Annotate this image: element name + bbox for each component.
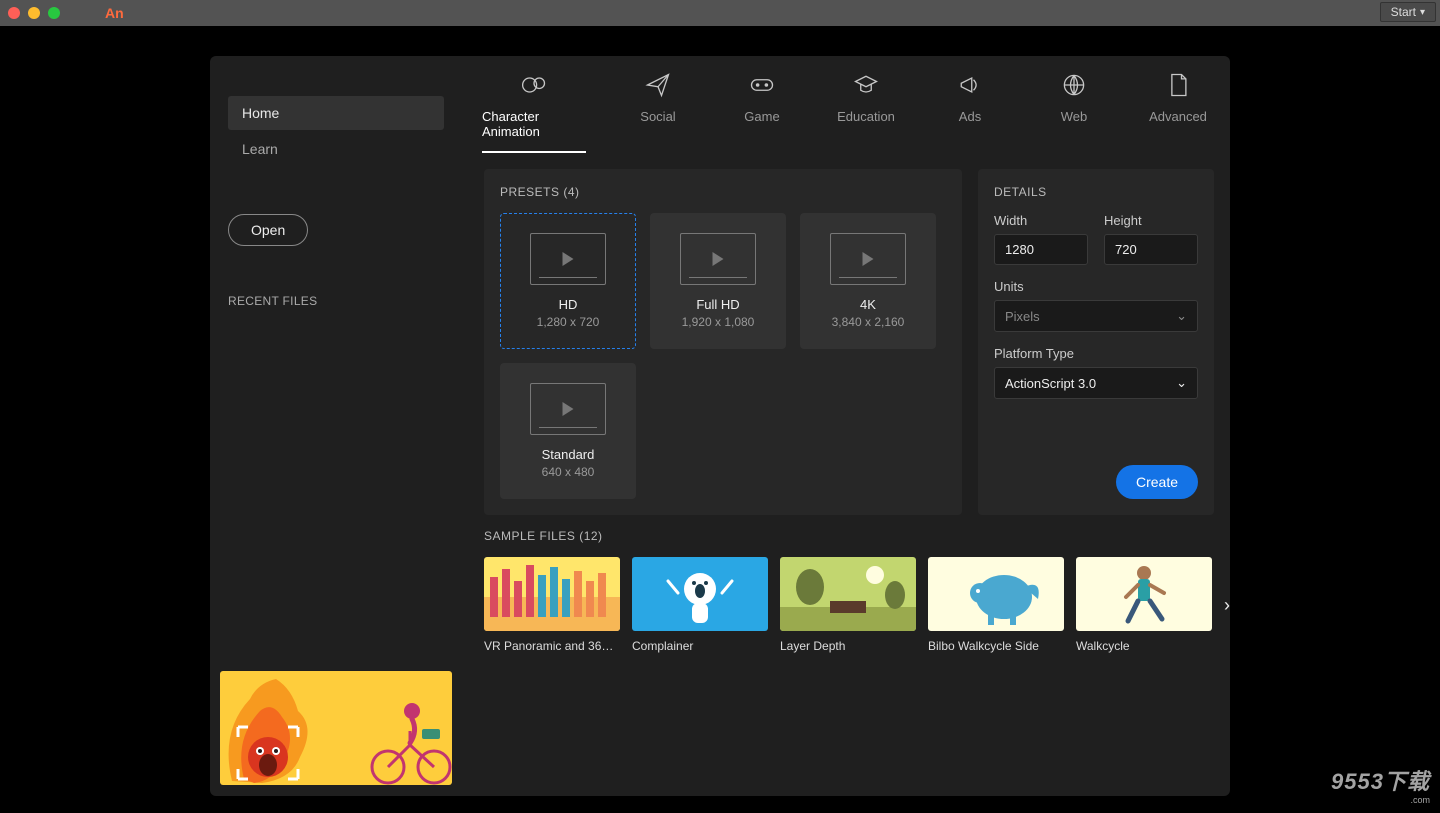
megaphone-icon bbox=[956, 71, 984, 99]
sample-thumbnail bbox=[928, 557, 1064, 631]
sample-thumbnail bbox=[484, 557, 620, 631]
tab-ads[interactable]: Ads bbox=[938, 71, 1002, 153]
gamepad-icon bbox=[748, 71, 776, 99]
preset-name: Standard bbox=[542, 447, 595, 462]
sample-complainer[interactable]: Complainer bbox=[632, 557, 768, 653]
preset-thumb-icon bbox=[680, 233, 756, 285]
sidebar-preview-thumbnail bbox=[220, 671, 452, 785]
tab-label: Game bbox=[744, 109, 779, 124]
watermark: 9553下载 .com bbox=[1331, 764, 1430, 805]
sample-layer-depth[interactable]: Layer Depth bbox=[780, 557, 916, 653]
preset-dimensions: 3,840 x 2,160 bbox=[832, 315, 905, 329]
platform-type-label: Platform Type bbox=[994, 346, 1198, 361]
presets-panel: PRESETS (4) HD 1,280 x 720 Full HD 1,920… bbox=[484, 169, 962, 515]
paper-plane-icon bbox=[644, 71, 672, 99]
sample-thumbnail bbox=[632, 557, 768, 631]
titlebar: An Start ▾ bbox=[0, 0, 1440, 26]
units-value: Pixels bbox=[1005, 309, 1040, 324]
graduation-cap-icon bbox=[852, 71, 880, 99]
sample-thumbnail bbox=[1076, 557, 1212, 631]
chevron-right-icon: › bbox=[1224, 595, 1230, 615]
sample-label: Bilbo Walkcycle Side bbox=[928, 639, 1064, 653]
preset-name: 4K bbox=[860, 297, 876, 312]
chevron-down-icon: ⌄ bbox=[1176, 308, 1187, 324]
sample-bilbo-walkcycle[interactable]: Bilbo Walkcycle Side bbox=[928, 557, 1064, 653]
sample-thumbnail bbox=[780, 557, 916, 631]
sample-label: Layer Depth bbox=[780, 639, 916, 653]
category-tabs: Character Animation Social Game bbox=[462, 56, 1230, 153]
sidebar-item-learn[interactable]: Learn bbox=[228, 132, 444, 166]
tab-label: Advanced bbox=[1149, 109, 1207, 124]
sample-walkcycle[interactable]: Walkcycle bbox=[1076, 557, 1212, 653]
preset-name: HD bbox=[559, 297, 578, 312]
presets-heading: PRESETS (4) bbox=[500, 185, 946, 199]
tab-education[interactable]: Education bbox=[834, 71, 898, 153]
sidebar-item-home[interactable]: Home bbox=[228, 96, 444, 130]
height-label: Height bbox=[1104, 213, 1198, 228]
start-label: Start bbox=[1391, 5, 1416, 19]
units-dropdown[interactable]: Pixels ⌄ bbox=[994, 300, 1198, 332]
tab-web[interactable]: Web bbox=[1042, 71, 1106, 153]
details-panel: DETAILS Width Height bbox=[978, 169, 1214, 515]
preset-dimensions: 1,280 x 720 bbox=[537, 315, 600, 329]
tab-advanced[interactable]: Advanced bbox=[1146, 71, 1210, 153]
chevron-down-icon: ⌄ bbox=[1176, 375, 1187, 391]
samples-next-button[interactable]: › bbox=[1224, 595, 1230, 616]
tab-social[interactable]: Social bbox=[626, 71, 690, 153]
open-button[interactable]: Open bbox=[228, 214, 308, 246]
tab-label: Web bbox=[1061, 109, 1088, 124]
sample-files-row: VR Panoramic and 360 ... bbox=[484, 557, 1214, 653]
minimize-window-button[interactable] bbox=[28, 7, 40, 19]
preset-full-hd[interactable]: Full HD 1,920 x 1,080 bbox=[650, 213, 786, 349]
tab-label: Social bbox=[640, 109, 675, 124]
width-input[interactable] bbox=[994, 234, 1088, 265]
sample-label: VR Panoramic and 360 ... bbox=[484, 639, 620, 653]
sample-files-heading: SAMPLE FILES (12) bbox=[484, 529, 1214, 543]
tab-label: Character Animation bbox=[482, 109, 586, 139]
platform-dropdown[interactable]: ActionScript 3.0 ⌄ bbox=[994, 367, 1198, 399]
document-icon bbox=[1164, 71, 1192, 99]
watermark-sub: .com bbox=[1331, 796, 1430, 805]
close-window-button[interactable] bbox=[8, 7, 20, 19]
units-label: Units bbox=[994, 279, 1198, 294]
preset-hd[interactable]: HD 1,280 x 720 bbox=[500, 213, 636, 349]
sample-label: Walkcycle bbox=[1076, 639, 1212, 653]
tab-label: Education bbox=[837, 109, 895, 124]
start-menu-button[interactable]: Start ▾ bbox=[1380, 2, 1436, 22]
details-heading: DETAILS bbox=[994, 185, 1198, 199]
preset-dimensions: 640 x 480 bbox=[542, 465, 595, 479]
height-input[interactable] bbox=[1104, 234, 1198, 265]
maximize-window-button[interactable] bbox=[48, 7, 60, 19]
preset-dimensions: 1,920 x 1,080 bbox=[682, 315, 755, 329]
preset-thumb-icon bbox=[530, 383, 606, 435]
width-label: Width bbox=[994, 213, 1088, 228]
preset-4k[interactable]: 4K 3,840 x 2,160 bbox=[800, 213, 936, 349]
chevron-down-icon: ▾ bbox=[1420, 7, 1425, 18]
preset-thumb-icon bbox=[530, 233, 606, 285]
preset-thumb-icon bbox=[830, 233, 906, 285]
watermark-text: 9553下载 bbox=[1331, 769, 1430, 794]
platform-value: ActionScript 3.0 bbox=[1005, 376, 1096, 391]
globe-icon bbox=[1060, 71, 1088, 99]
tab-game[interactable]: Game bbox=[730, 71, 794, 153]
recent-files-heading: RECENT FILES bbox=[228, 294, 444, 308]
sample-label: Complainer bbox=[632, 639, 768, 653]
app-name: An bbox=[105, 5, 124, 21]
preset-standard[interactable]: Standard 640 x 480 bbox=[500, 363, 636, 499]
tab-character-animation[interactable]: Character Animation bbox=[482, 71, 586, 153]
create-button[interactable]: Create bbox=[1116, 465, 1198, 499]
characters-icon bbox=[520, 71, 548, 99]
tab-label: Ads bbox=[959, 109, 981, 124]
preset-name: Full HD bbox=[696, 297, 739, 312]
sample-vr-panoramic[interactable]: VR Panoramic and 360 ... bbox=[484, 557, 620, 653]
